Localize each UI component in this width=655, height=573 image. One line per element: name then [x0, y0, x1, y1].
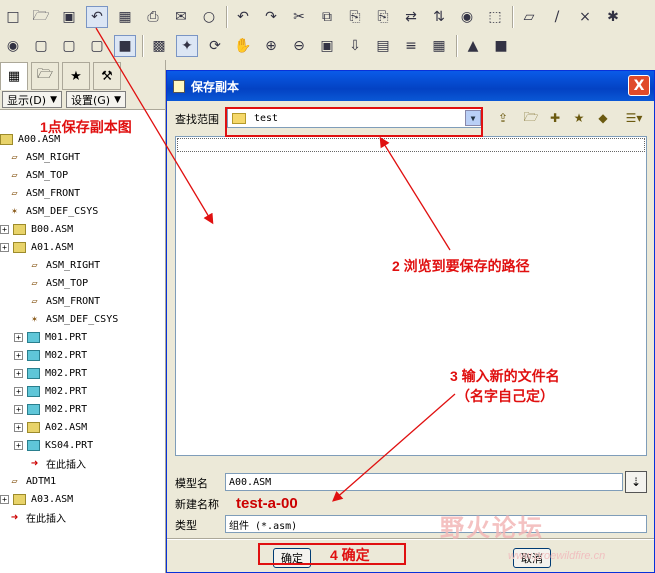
arrow-step3 [332, 393, 456, 502]
arrow-step1 [95, 27, 214, 225]
arrow-step2 [379, 136, 451, 251]
annotation-arrows [95, 27, 456, 502]
app-window: □ 🗁 ▣ ↶ ▦ ⎙ ✉ ○ ↶ ↷ ✂ ⧉ ⎘ ⎘ ⇄ ⇅ ◉ ⬚ ▱ / … [0, 0, 655, 573]
